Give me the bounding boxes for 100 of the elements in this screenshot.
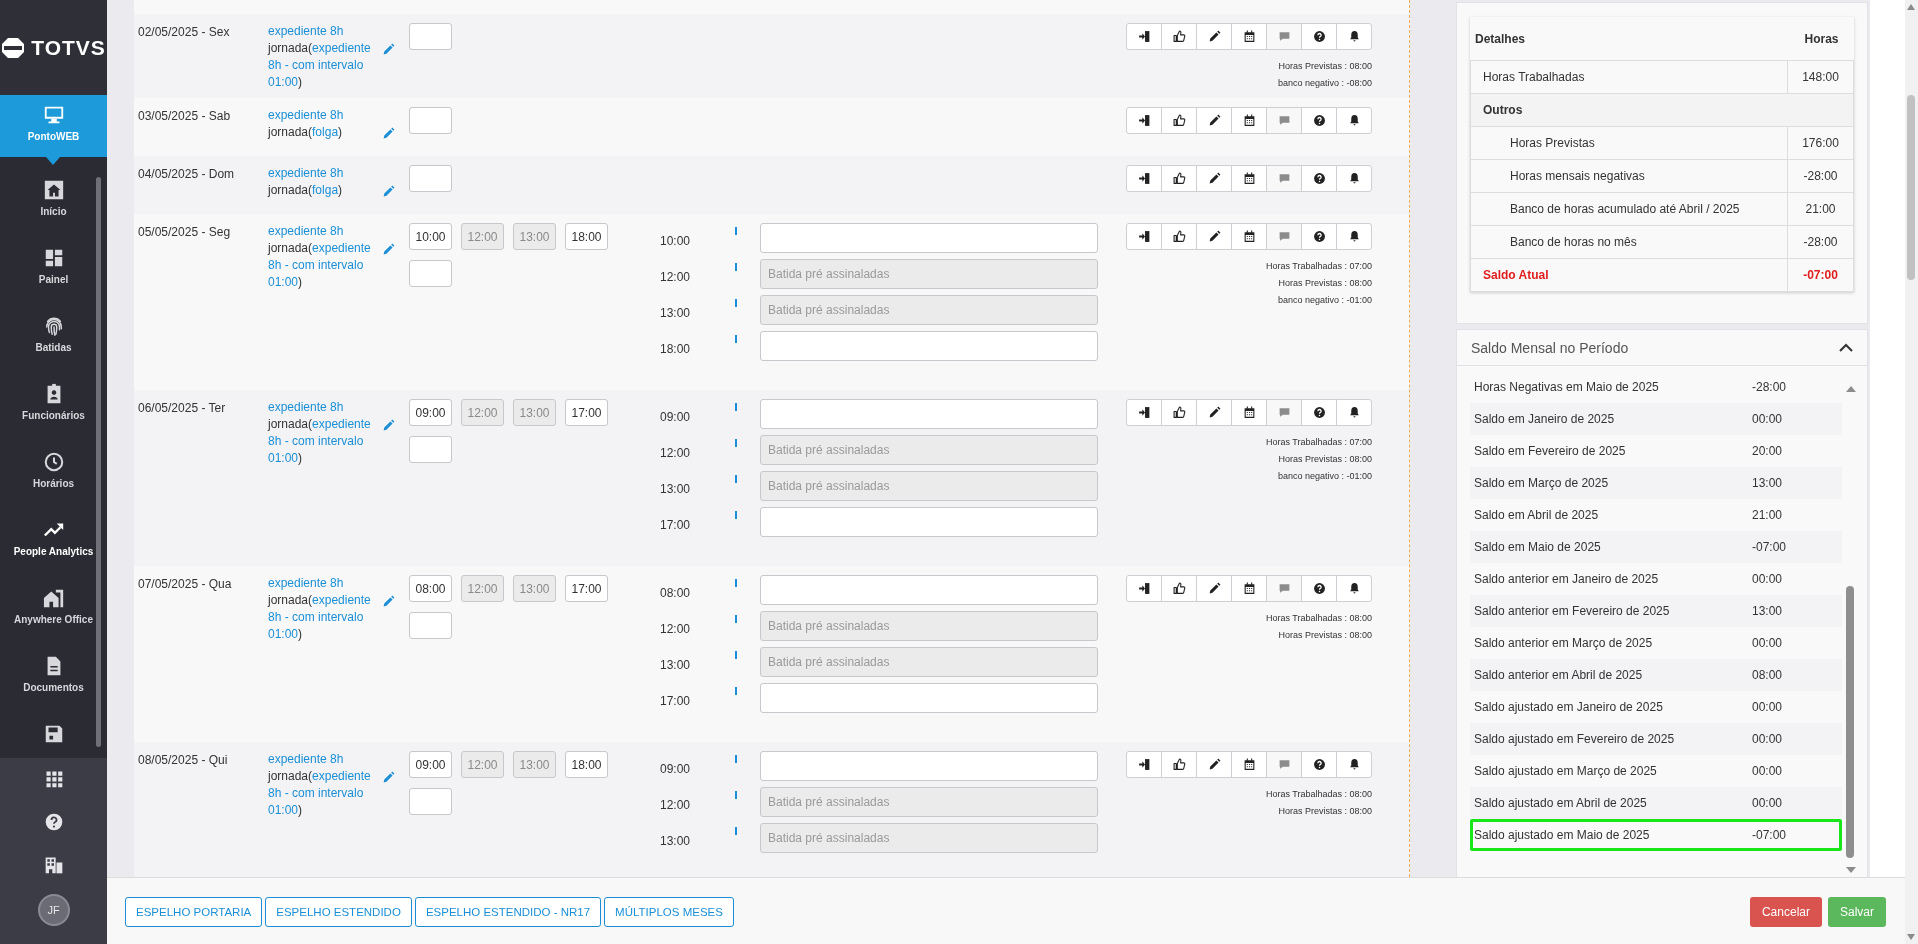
punch-field[interactable] [760,399,1098,429]
time-input[interactable]: 18:00 [565,751,608,778]
pencil-icon[interactable] [382,771,395,784]
edit-button[interactable] [1196,399,1232,426]
pencil-icon[interactable] [382,127,395,140]
punch-field[interactable] [760,331,1098,361]
nav-item[interactable]: People Analytics [0,497,107,565]
edit-button[interactable] [1196,751,1232,778]
nav-item[interactable]: Anywhere Office [0,565,107,633]
time-input[interactable] [409,260,452,287]
help-button[interactable] [1301,165,1337,192]
approve-button[interactable] [1161,23,1197,50]
calendar-button[interactable] [1231,23,1267,50]
approve-button[interactable] [1161,223,1197,250]
notification-button[interactable] [1336,399,1372,426]
exit-button[interactable] [1126,165,1162,192]
approve-button[interactable] [1161,751,1197,778]
nav-item[interactable]: Painel [0,225,107,293]
calendar-button[interactable] [1231,165,1267,192]
balance-row[interactable]: Saldo em Março de 2025 13:00 [1470,467,1842,499]
punch-field[interactable] [760,683,1098,713]
pencil-icon[interactable] [382,185,395,198]
nav-item[interactable]: Horários [0,429,107,497]
report-button[interactable]: ESPELHO ESTENDIDO - NR17 [414,897,602,927]
building-icon[interactable] [43,855,64,875]
balance-row[interactable]: Saldo ajustado em Abril de 2025 00:00 [1470,787,1842,819]
edit-button[interactable] [1196,107,1232,134]
approve-button[interactable] [1161,107,1197,134]
calendar-button[interactable] [1231,107,1267,134]
notification-button[interactable] [1336,165,1372,192]
balance-row[interactable]: Saldo anterior em Fevereiro de 2025 13:00 [1470,595,1842,627]
punch-field[interactable] [760,751,1098,781]
nav-item[interactable]: Funcionários [0,361,107,429]
time-input[interactable]: 10:00 [409,223,452,250]
time-input[interactable]: 17:00 [565,399,608,426]
edit-button[interactable] [1196,575,1232,602]
nav-item[interactable]: Início [0,157,107,225]
punch-field[interactable] [760,575,1098,605]
help-button[interactable] [1301,751,1337,778]
chevron-up-icon[interactable] [1839,343,1853,352]
exit-button[interactable] [1126,399,1162,426]
pencil-icon[interactable] [382,419,395,432]
help-button[interactable] [1301,23,1337,50]
report-button[interactable]: ESPELHO ESTENDIDO [265,897,412,927]
calendar-button[interactable] [1231,575,1267,602]
balance-row[interactable]: Saldo em Janeiro de 2025 00:00 [1470,403,1842,435]
exit-button[interactable] [1126,107,1162,134]
scrollbar-thumb[interactable] [1846,586,1854,858]
nav-item[interactable]: Batidas [0,293,107,361]
help-button[interactable] [1301,575,1337,602]
calendar-button[interactable] [1231,751,1267,778]
report-button[interactable]: ESPELHO PORTARIA [125,897,263,927]
scrollbar-thumb[interactable] [96,177,101,747]
approve-button[interactable] [1161,165,1197,192]
help-button[interactable] [1301,107,1337,134]
exit-button[interactable] [1126,223,1162,250]
scroll-up-icon[interactable] [1907,4,1915,10]
notification-button[interactable] [1336,23,1372,50]
scroll-up-icon[interactable] [1846,386,1856,392]
scrollbar-thumb[interactable] [1907,95,1915,280]
edit-button[interactable] [1196,223,1232,250]
exit-button[interactable] [1126,23,1162,50]
help-button[interactable] [1301,223,1337,250]
calendar-button[interactable] [1231,223,1267,250]
time-input[interactable] [409,788,452,815]
pencil-icon[interactable] [382,595,395,608]
punch-field[interactable] [760,507,1098,537]
time-input[interactable] [409,165,452,192]
report-button[interactable]: MÚLTIPLOS MESES [604,897,734,927]
edit-button[interactable] [1196,165,1232,192]
notification-button[interactable] [1336,751,1372,778]
edit-button[interactable] [1196,23,1232,50]
nav-item[interactable]: Documentos [0,633,107,701]
help-button[interactable] [1301,399,1337,426]
time-input[interactable] [409,612,452,639]
time-input[interactable] [409,107,452,134]
exit-button[interactable] [1126,575,1162,602]
help-icon[interactable] [43,812,64,832]
pencil-icon[interactable] [382,243,395,256]
time-input[interactable]: 09:00 [409,399,452,426]
time-input[interactable]: 17:00 [565,575,608,602]
user-avatar[interactable]: JF [37,894,70,926]
notification-button[interactable] [1336,223,1372,250]
notification-button[interactable] [1336,107,1372,134]
punch-field[interactable] [760,223,1098,253]
balance-row[interactable]: Saldo ajustado em Fevereiro de 2025 00:00 [1470,723,1842,755]
pencil-icon[interactable] [382,43,395,56]
time-input[interactable] [409,436,452,463]
balance-row[interactable]: Saldo ajustado em Maio de 2025 -07:00 [1470,819,1842,851]
approve-button[interactable] [1161,399,1197,426]
time-input[interactable] [409,23,452,50]
time-input[interactable]: 09:00 [409,751,452,778]
cancel-button[interactable]: Cancelar [1749,897,1822,927]
time-input[interactable]: 08:00 [409,575,452,602]
balance-row[interactable]: Saldo anterior em Abril de 2025 08:00 [1470,659,1842,691]
balance-row[interactable]: Saldo em Maio de 2025 -07:00 [1470,531,1842,563]
scroll-down-icon[interactable] [1907,934,1915,940]
notification-button[interactable] [1336,575,1372,602]
exit-button[interactable] [1126,751,1162,778]
calendar-button[interactable] [1231,399,1267,426]
